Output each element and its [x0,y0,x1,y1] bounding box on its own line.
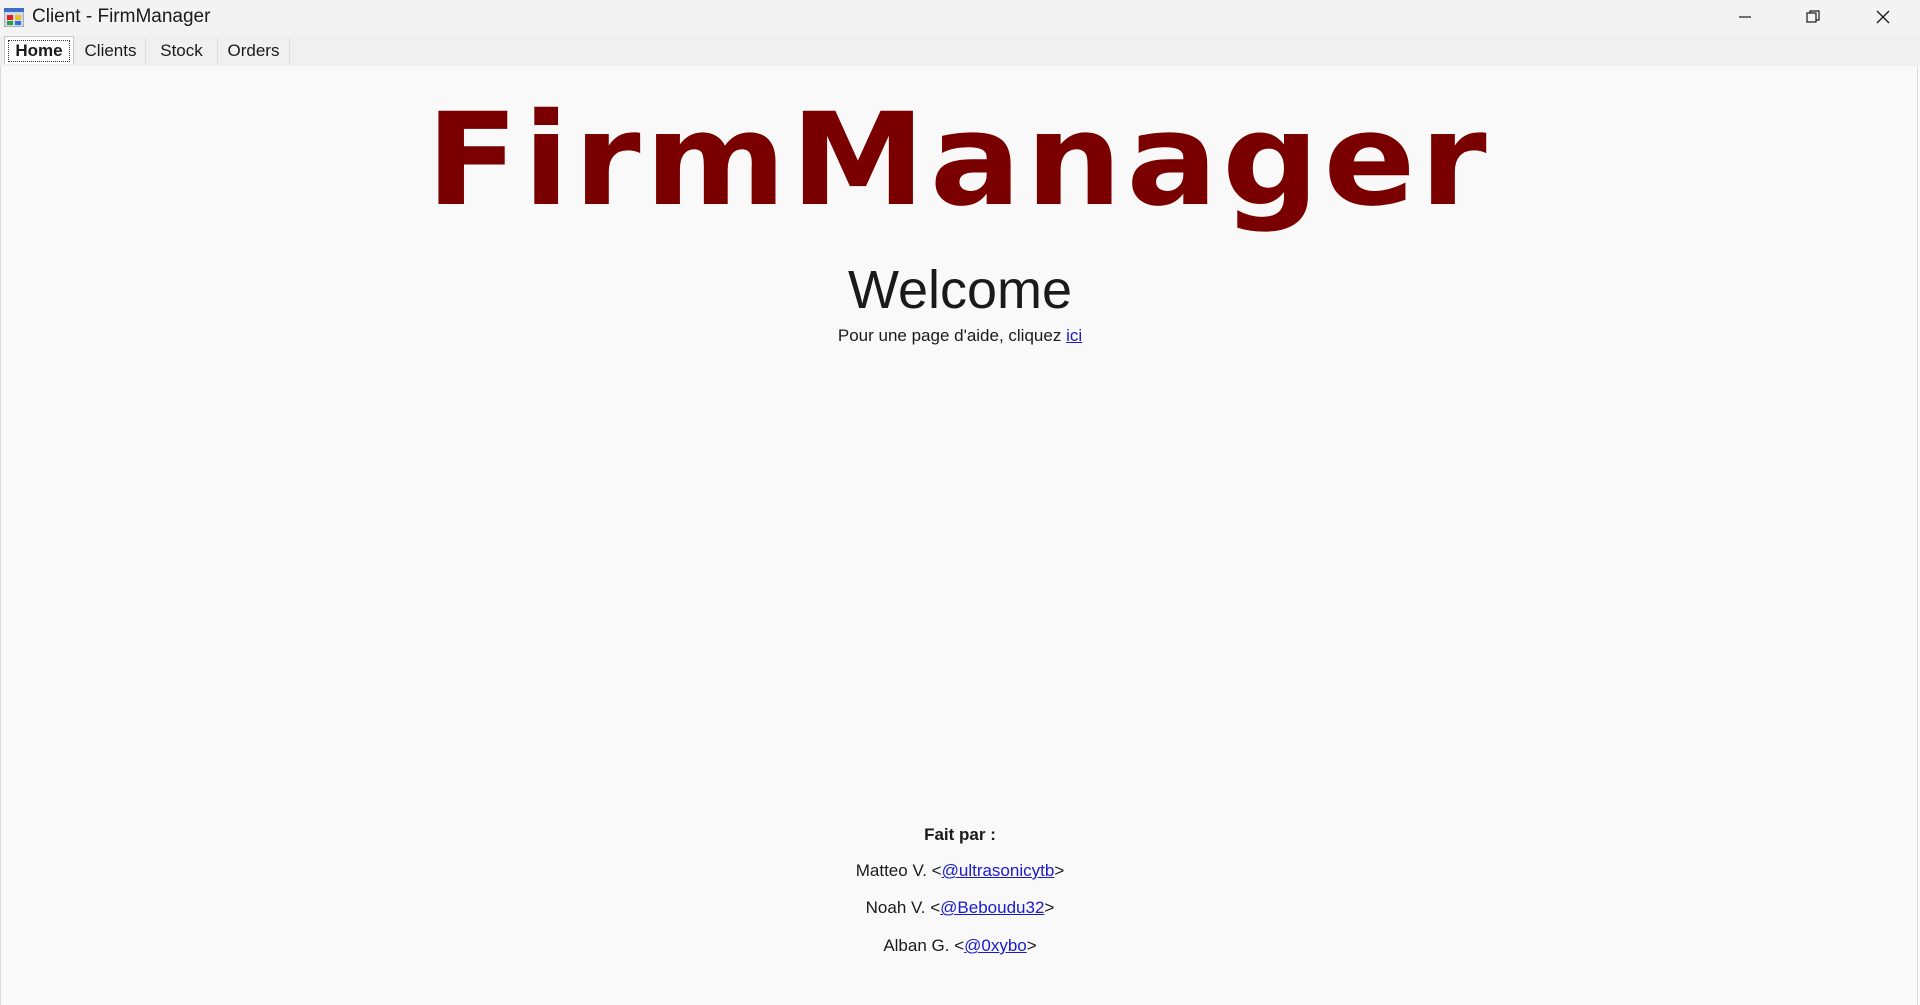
minimize-icon [1739,16,1751,18]
credit-handle-link[interactable]: @Beboudu32 [940,898,1044,917]
credits-title: Fait par : [924,825,996,844]
credit-line: Alban G. <@0xybo> [883,936,1037,955]
welcome-heading: Welcome [847,260,1073,320]
restore-icon [1806,10,1820,23]
credit-handle-link[interactable]: @ultrasonicytb [942,861,1055,880]
tab-stock-label: Stock [160,41,203,60]
close-icon [1876,10,1890,24]
credit-line: Noah V. <@Beboudu32> [865,898,1055,917]
minimize-button[interactable] [1710,0,1780,34]
tab-orders-label: Orders [227,41,280,60]
credit-name: Alban G. [883,936,950,955]
app-window: Client - FirmManager Home Clients Stock … [0,0,1920,1005]
tab-strip: Home Clients Stock Orders [0,36,1920,66]
window-title: Client - FirmManager [32,6,211,27]
app-window-icon [4,8,24,27]
home-panel: FirmManager Welcome Pour une page d'aide… [0,66,1918,1005]
tab-clients[interactable]: Clients [76,38,146,64]
firmmanager-logo: FirmManager [426,86,1491,235]
credit-handle-link[interactable]: @0xybo [964,936,1027,955]
restore-button[interactable] [1778,0,1848,34]
close-button[interactable] [1848,0,1918,34]
tab-home[interactable]: Home [4,36,74,64]
tab-clients-label: Clients [84,41,137,60]
tab-orders[interactable]: Orders [218,38,290,64]
credit-name: Matteo V. [855,861,927,880]
tab-stock[interactable]: Stock [146,38,218,64]
title-bar[interactable]: Client - FirmManager [0,0,1920,36]
help-link[interactable]: ici [1066,326,1082,345]
tab-home-label: Home [8,39,70,62]
credit-name: Noah V. [865,898,926,917]
credit-line: Matteo V. <@ultrasonicytb> [855,861,1065,880]
help-line: Pour une page d'aide, cliquez ici [1,326,1919,346]
help-text: Pour une page d'aide, cliquez [837,326,1062,345]
